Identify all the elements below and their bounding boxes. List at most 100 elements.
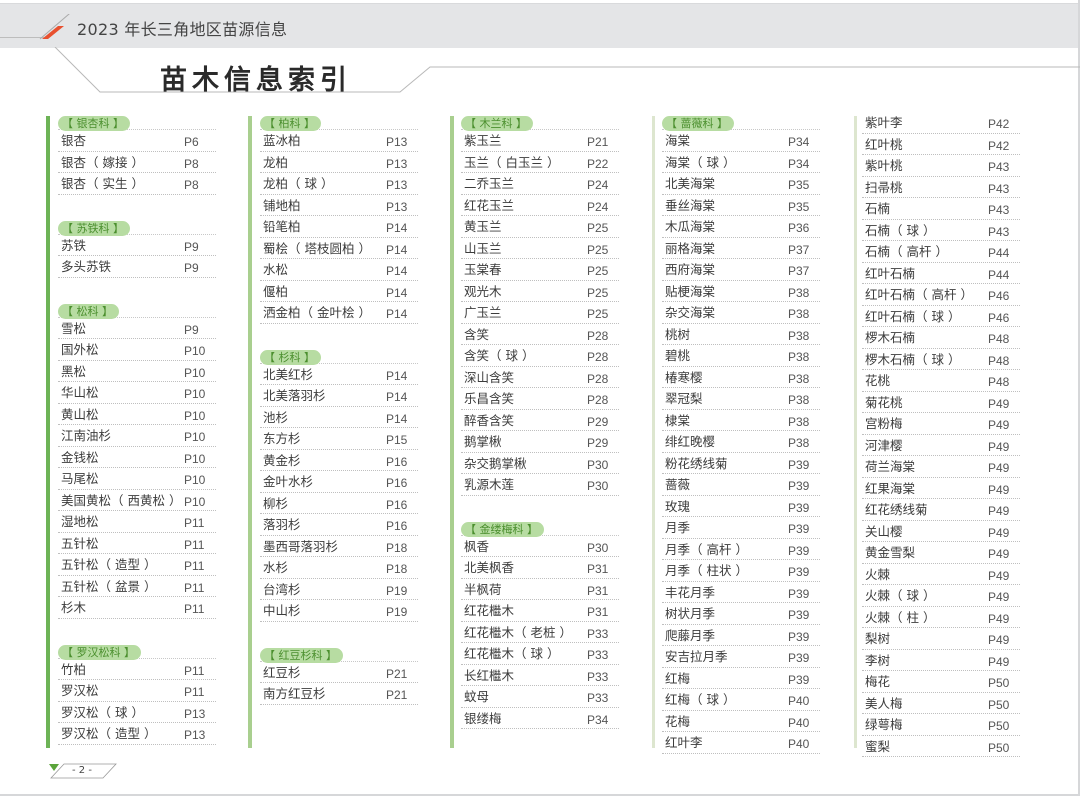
plant-name: 杉木 [61,600,87,615]
plant-name: 龙柏 [263,154,289,170]
index-entry: 半枫荷 P31 [461,579,619,600]
plant-name: 垂丝海棠 [665,197,716,213]
index-entry: 蜜梨 P50 [862,736,1020,757]
plant-name: 红花檵木（ 球 ） [464,646,560,661]
page-reference: P10 [184,451,206,466]
plant-name: 花梅 [665,713,691,729]
page-reference: P49 [988,654,1010,669]
index-entry: 梅花 P50 [862,671,1020,693]
page-reference: P38 [788,350,810,364]
page-reference: P34 [587,712,609,727]
plant-name: 银杏 [61,133,87,148]
plant-name: 红花檵木（ 老桩 ） [464,624,572,640]
index-entry: 火棘 P49 [862,564,1020,585]
index-entry: 龙柏 P13 [260,152,418,173]
page-reference: P14 [386,242,408,257]
page-reference: P14 [386,368,408,383]
page-reference: P49 [988,547,1010,561]
page-reference: P25 [587,221,609,235]
page-reference: P48 [988,353,1010,368]
index-entry: 铺地柏 P13 [260,195,418,216]
index-entry: 玉棠春 P25 [461,259,619,281]
column-bar [46,116,50,748]
index-entry: 银杏（ 实生 ） P8 [58,173,216,195]
index-entry: 北美海棠 P35 [662,173,820,195]
index-entry: 黑松 P10 [58,361,216,382]
plant-name: 乐昌含笑 [464,391,515,406]
page-reference: P33 [587,669,609,684]
index-entry: 红叶石楠（ 球 ） P46 [862,306,1020,327]
plant-name: 观光木 [464,283,502,299]
index-entry: 含笑 P28 [461,324,619,345]
page-title: 苗木信息索引 [160,65,352,96]
index-entry: 偃柏 P14 [260,281,418,302]
plant-name: 黄金雪梨 [865,545,916,560]
page-reference: P14 [386,307,408,321]
plant-name: 蜜梨 [865,738,891,754]
plant-name: 湿地松 [61,514,99,529]
plant-name: 多头苏铁 [61,259,112,274]
index-entry: 李树 P49 [862,650,1020,671]
plant-name: 竹柏 [61,661,87,677]
page-reference: P29 [587,436,609,450]
index-entry: 罗汉松（ 造型 ） P13 [58,723,216,745]
index-entry: 落羽杉 P16 [260,514,418,536]
page-reference: P44 [988,267,1010,282]
plant-name: 紫叶李 [865,115,903,130]
page-reference: P21 [587,135,609,149]
index-entry: 东方杉 P15 [260,428,418,450]
page-reference: P8 [184,178,199,192]
page-reference: P49 [988,568,1010,583]
plant-name: 火棘 [865,566,891,582]
index-entry: 绯红晚樱 P38 [662,431,820,453]
plant-name: 北美海棠 [665,176,716,191]
plant-name: 海棠 [665,133,691,148]
index-entry: 北美落羽杉 P14 [260,385,418,407]
family-group: 【 杉科 】北美红杉 P14 北美落羽杉 P14 池杉 P14 东方杉 P15 黄金杉 P16 金叶… [260,346,418,622]
plant-name: 黄玉兰 [464,219,502,234]
index-entry: 月季（ 高杆 ） P39 [662,539,820,560]
page-reference: P39 [788,586,810,601]
page-reference: P21 [386,688,408,702]
index-column: 【 木兰科 】紫玉兰 P21 玉兰（ 白玉兰 ） P22 二乔玉兰 P24 红花玉兰 P24 黄… [461,112,619,751]
page-reference: P9 [184,261,199,275]
index-entry: 红花檵木（ 球 ） P33 [461,643,619,665]
page-reference: P19 [386,605,408,619]
family-group: 【 松科 】雪松 P9 国外松 P10 黑松 P10 华山松 P10 黄山松 P10 江南油杉 P10… [58,300,216,619]
plant-name: 深山含笑 [464,369,515,385]
index-entry: 五针松（ 造型 ） P11 [58,554,216,576]
page-reference: P42 [988,117,1010,131]
page-reference: P13 [386,156,408,171]
index-entry: 黄山松 P10 [58,404,216,425]
page-reference: P39 [788,565,810,579]
plant-name: 台湾杉 [263,581,301,597]
index-entry: 红叶石楠 P44 [862,263,1020,284]
column-bar [652,116,655,748]
index-entry: 蜀桧（ 塔枝圆柏 ） P14 [260,238,418,259]
index-entry: 美国黄松（ 西黄松 ） P10 [58,490,216,511]
index-entry: 红花檵木（ 老桩 ） P33 [461,622,619,643]
index-entry: 江南油杉 P10 [58,425,216,447]
family-header: 【 银杏科 】 [58,112,216,131]
index-entry: 红花檵木 P31 [461,600,619,622]
page-reference: P11 [184,559,205,573]
plant-name: 梅花 [865,674,891,689]
index-entry: 五针松 P11 [58,533,216,554]
page-reference: P25 [587,242,609,257]
page-reference: P49 [988,633,1010,647]
index-entry: 玉兰（ 白玉兰 ） P22 [461,152,619,173]
page-reference: P13 [386,178,408,192]
index-entry: 石楠（ 高杆 ） P44 [862,241,1020,263]
index-entry: 梨树 P49 [862,628,1020,650]
plant-name: 银杏（ 嫁接 ） [61,154,144,170]
index-entry: 金叶水杉 P16 [260,471,418,493]
page-reference: P38 [788,371,810,386]
index-entry: 北美红杉 P14 [260,364,418,385]
family-group: 【 银杏科 】银杏 P6 银杏（ 嫁接 ） P8 银杏（ 实生 ） P8 [58,112,216,195]
index-entry: 菊花桃 P49 [862,392,1020,413]
page-reference: P31 [587,562,609,576]
page-reference: P35 [788,199,810,214]
plant-name: 关山樱 [865,523,903,539]
plant-name: 红花檵木 [464,603,515,618]
plant-name: 红果海棠 [865,480,916,496]
